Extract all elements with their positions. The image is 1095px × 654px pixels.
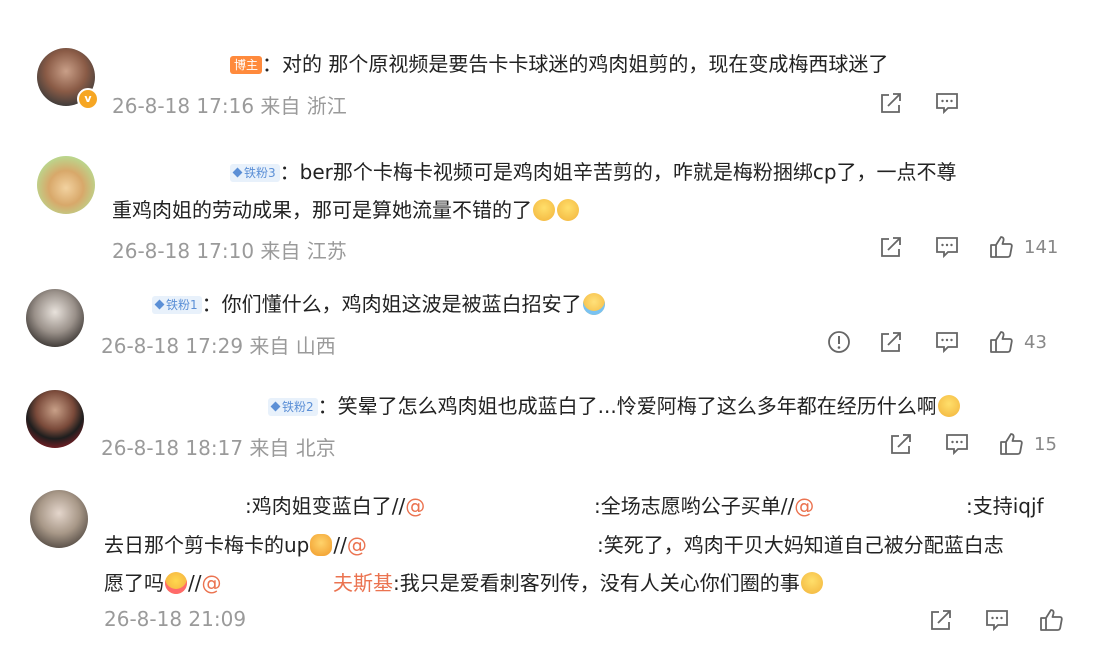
comment-text-line: 去日那个剪卡梅卡的up//@	[104, 533, 367, 557]
comment-location: 来自 山西	[249, 334, 336, 358]
like-count: 141	[1024, 236, 1059, 258]
tongue-emoji-icon	[165, 572, 187, 594]
comment-text: :笑死了，鸡肉干贝大妈知道自己被分配蓝白志	[597, 533, 1004, 557]
comment-time: 26-8-18 17:16	[112, 94, 255, 118]
share-icon	[931, 610, 951, 630]
comment-actions: 141	[878, 232, 1078, 262]
comment-button[interactable]	[934, 327, 960, 357]
mention-link[interactable]: @	[201, 571, 221, 595]
clapping-emoji-icon	[310, 534, 333, 556]
comment-text-line: 愿了吗//@	[104, 571, 222, 595]
comment-text: :鸡肉姐变蓝白了//@	[245, 494, 426, 518]
comment-location: 来自 北京	[249, 436, 336, 460]
like-button[interactable]	[1038, 605, 1064, 635]
share-icon	[881, 93, 901, 113]
comment-text-line: 重鸡肉姐的劳动成果，那可是算她流量不错的了	[112, 194, 580, 227]
share-button[interactable]	[878, 327, 904, 357]
comment-meta: 26-8-18 17:16 来自 浙江	[112, 90, 347, 119]
comment-text: 铁粉1 ：你们懂什么，鸡肉姐这波是被蓝白招安了	[152, 288, 606, 321]
comment-text: 博主 ：对的 那个原视频是要告卡卡球迷的鸡肉姐剪的，现在变成梅西球迷了	[230, 48, 888, 81]
comment-button[interactable]	[984, 605, 1010, 635]
share-button[interactable]	[878, 232, 904, 262]
comment-text: :支持iqjf	[966, 494, 1044, 518]
comment-actions	[878, 88, 1078, 118]
comment-text: 铁粉3 ：ber那个卡梅卡视频可是鸡肉姐辛苦剪的，咋就是梅粉捆绑cp了，一点不尊	[230, 156, 957, 189]
fan-badge: 铁粉3	[230, 164, 280, 182]
comment-location: 来自 江苏	[260, 239, 347, 263]
comment-icon	[946, 434, 968, 456]
share-icon	[881, 237, 901, 257]
avatar[interactable]	[37, 156, 95, 214]
comment-time: 26-8-18 17:29	[101, 334, 244, 358]
comment-text: 铁粉2 ：笑晕了怎么鸡肉姐也成蓝白了...怜爱阿梅了这么多年都在经历什么啊	[268, 390, 961, 423]
fan-badge: 铁粉2	[268, 398, 318, 416]
comment-time: 26-8-18 18:17	[101, 436, 244, 460]
mention-link[interactable]: @	[405, 494, 425, 518]
share-icon	[891, 434, 911, 454]
share-button[interactable]	[928, 605, 954, 635]
comment-button[interactable]	[934, 232, 960, 262]
comment-time: 26-8-18 17:10	[112, 239, 255, 263]
verified-badge-icon: v	[77, 88, 99, 110]
like-count: 15	[1034, 433, 1057, 455]
comment-actions	[928, 605, 1088, 635]
report-icon	[828, 331, 850, 353]
like-button[interactable]: 141	[988, 232, 1058, 262]
host-badge: 博主	[230, 56, 263, 74]
comment-actions: 43	[826, 327, 1076, 357]
mention-link[interactable]: @	[347, 533, 367, 557]
laughing-emoji-icon	[800, 572, 823, 594]
crying-emoji-icon	[582, 293, 605, 315]
mention-username[interactable]: 夫斯基	[333, 571, 393, 595]
like-button[interactable]: 15	[998, 429, 1057, 459]
thumbs-up-icon	[1000, 433, 1023, 455]
thumbs-up-icon	[990, 331, 1013, 353]
like-count: 43	[1024, 331, 1047, 353]
share-button[interactable]	[878, 88, 904, 118]
share-button[interactable]	[888, 429, 914, 459]
comment-meta: 26-8-18 18:17 来自 北京	[101, 432, 336, 461]
like-button[interactable]: 43	[988, 327, 1047, 357]
comment-text: 夫斯基:我只是爱看刺客列传，没有人关心你们圈的事	[333, 567, 824, 600]
comment-actions: 15	[888, 429, 1088, 459]
avatar[interactable]	[26, 390, 84, 448]
comment-icon	[986, 610, 1008, 632]
comment-time: 26-8-18 21:09	[104, 607, 247, 631]
comment-icon	[936, 332, 958, 354]
comment-icon	[936, 93, 958, 115]
comment-icon	[936, 237, 958, 259]
report-button[interactable]	[826, 327, 852, 357]
laughing-emoji-icon	[937, 395, 960, 417]
laughing-emoji-icon	[533, 199, 555, 221]
avatar[interactable]	[26, 289, 84, 347]
thumbs-up-icon	[990, 236, 1013, 258]
share-icon	[881, 332, 901, 352]
comment-text: :全场志愿哟公子买单//@	[594, 494, 815, 518]
avatar[interactable]	[30, 490, 88, 548]
fan-badge: 铁粉1	[152, 296, 202, 314]
mention-link[interactable]: @	[794, 494, 814, 518]
comment-location: 来自 浙江	[260, 94, 347, 118]
comment-button[interactable]	[934, 88, 960, 118]
thumbs-up-icon	[1040, 609, 1063, 631]
comment-meta: 26-8-18 21:09	[104, 607, 246, 631]
laughing-emoji-icon	[557, 199, 579, 221]
comment-meta: 26-8-18 17:29 来自 山西	[101, 330, 336, 359]
comment-meta: 26-8-18 17:10 来自 江苏	[112, 235, 347, 264]
comment-button[interactable]	[944, 429, 970, 459]
